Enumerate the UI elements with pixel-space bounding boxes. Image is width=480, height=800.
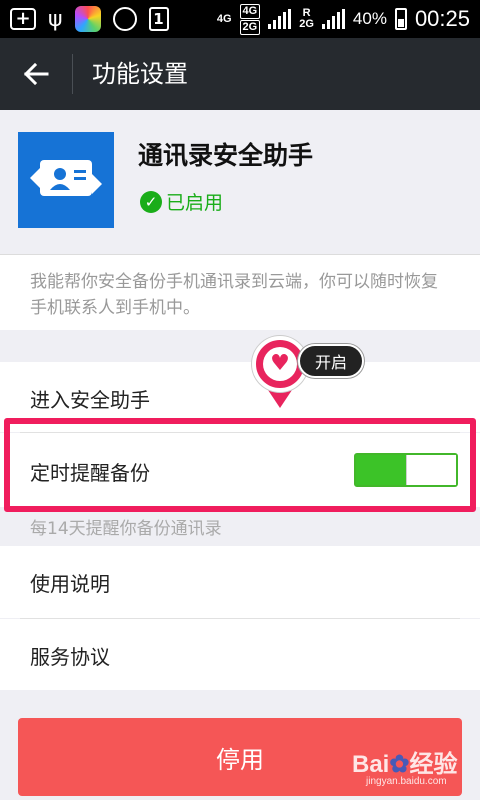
title-divider (72, 54, 73, 94)
app-notification-icon (74, 6, 101, 32)
stop-button[interactable]: 停用 (18, 718, 462, 796)
dual-sim-icon: 4G 2G (239, 3, 261, 35)
app-name: 通讯录安全助手 (138, 141, 314, 170)
enter-assistant-label: 进入安全助手 (30, 388, 150, 412)
network-type-2g: 2G (299, 18, 314, 30)
page-title: 功能设置 (92, 60, 188, 88)
location-pin-icon: ♥ (250, 336, 310, 414)
instructions-row[interactable]: 使用说明 (0, 546, 480, 618)
network-box-2g: 2G (239, 19, 261, 35)
enter-assistant-row[interactable]: 进入安全助手 (0, 362, 480, 432)
service-agreement-label: 服务协议 (30, 645, 110, 669)
check-circle-icon: ✓ (140, 190, 162, 213)
status-bar: + ψ 1 4G 4G 2G R 2G 40% 00:25 (0, 0, 480, 38)
scheduled-backup-row: 定时提醒备份 (0, 433, 480, 507)
title-bar: 功能设置 (0, 38, 480, 110)
battery-icon (394, 8, 407, 30)
add-notification-icon: + (10, 8, 36, 30)
alarm-icon (112, 7, 137, 31)
scheduled-backup-hint: 每14天提醒你备份通讯录 (30, 519, 222, 539)
contacts-sync-icon (18, 132, 114, 228)
app-status-label: 已启用 (166, 192, 224, 214)
annotation-tag: 开启 (298, 344, 364, 378)
network-type-4g: 4G (216, 12, 232, 25)
scheduled-backup-toggle[interactable] (354, 453, 458, 487)
back-arrow-svg (23, 63, 49, 85)
battery-percentage: 40% (352, 9, 387, 28)
app-status: ✓ 已启用 (140, 188, 223, 215)
app-header: 通讯录安全助手 ✓ 已启用 (0, 110, 480, 254)
roaming-indicator: R 2G (299, 8, 314, 30)
service-agreement-row[interactable]: 服务协议 (0, 619, 480, 690)
scheduled-backup-label: 定时提醒备份 (30, 461, 150, 485)
toggle-knob (406, 455, 456, 485)
notification-count-icon: 1 (148, 7, 169, 31)
network-box-4g: 4G (239, 3, 261, 19)
status-bar-notifications: + ψ 1 (10, 6, 169, 32)
usb-icon: ψ (48, 6, 63, 32)
instructions-label: 使用说明 (30, 572, 110, 596)
contacts-sync-svg (30, 160, 102, 196)
status-bar-system: 4G 4G 2G R 2G 40% 00:25 (216, 3, 470, 35)
clock: 00:25 (414, 6, 470, 31)
signal-bars-2-icon (321, 9, 345, 29)
back-arrow-icon[interactable] (20, 58, 52, 90)
app-description: 我能帮你安全备份手机通讯录到云端，你可以随时恢复手机联系人到手机中。 (0, 254, 480, 330)
heart-icon: ♥ (263, 347, 297, 381)
signal-bars-icon (268, 9, 292, 29)
toggle-on-fill (356, 455, 406, 485)
